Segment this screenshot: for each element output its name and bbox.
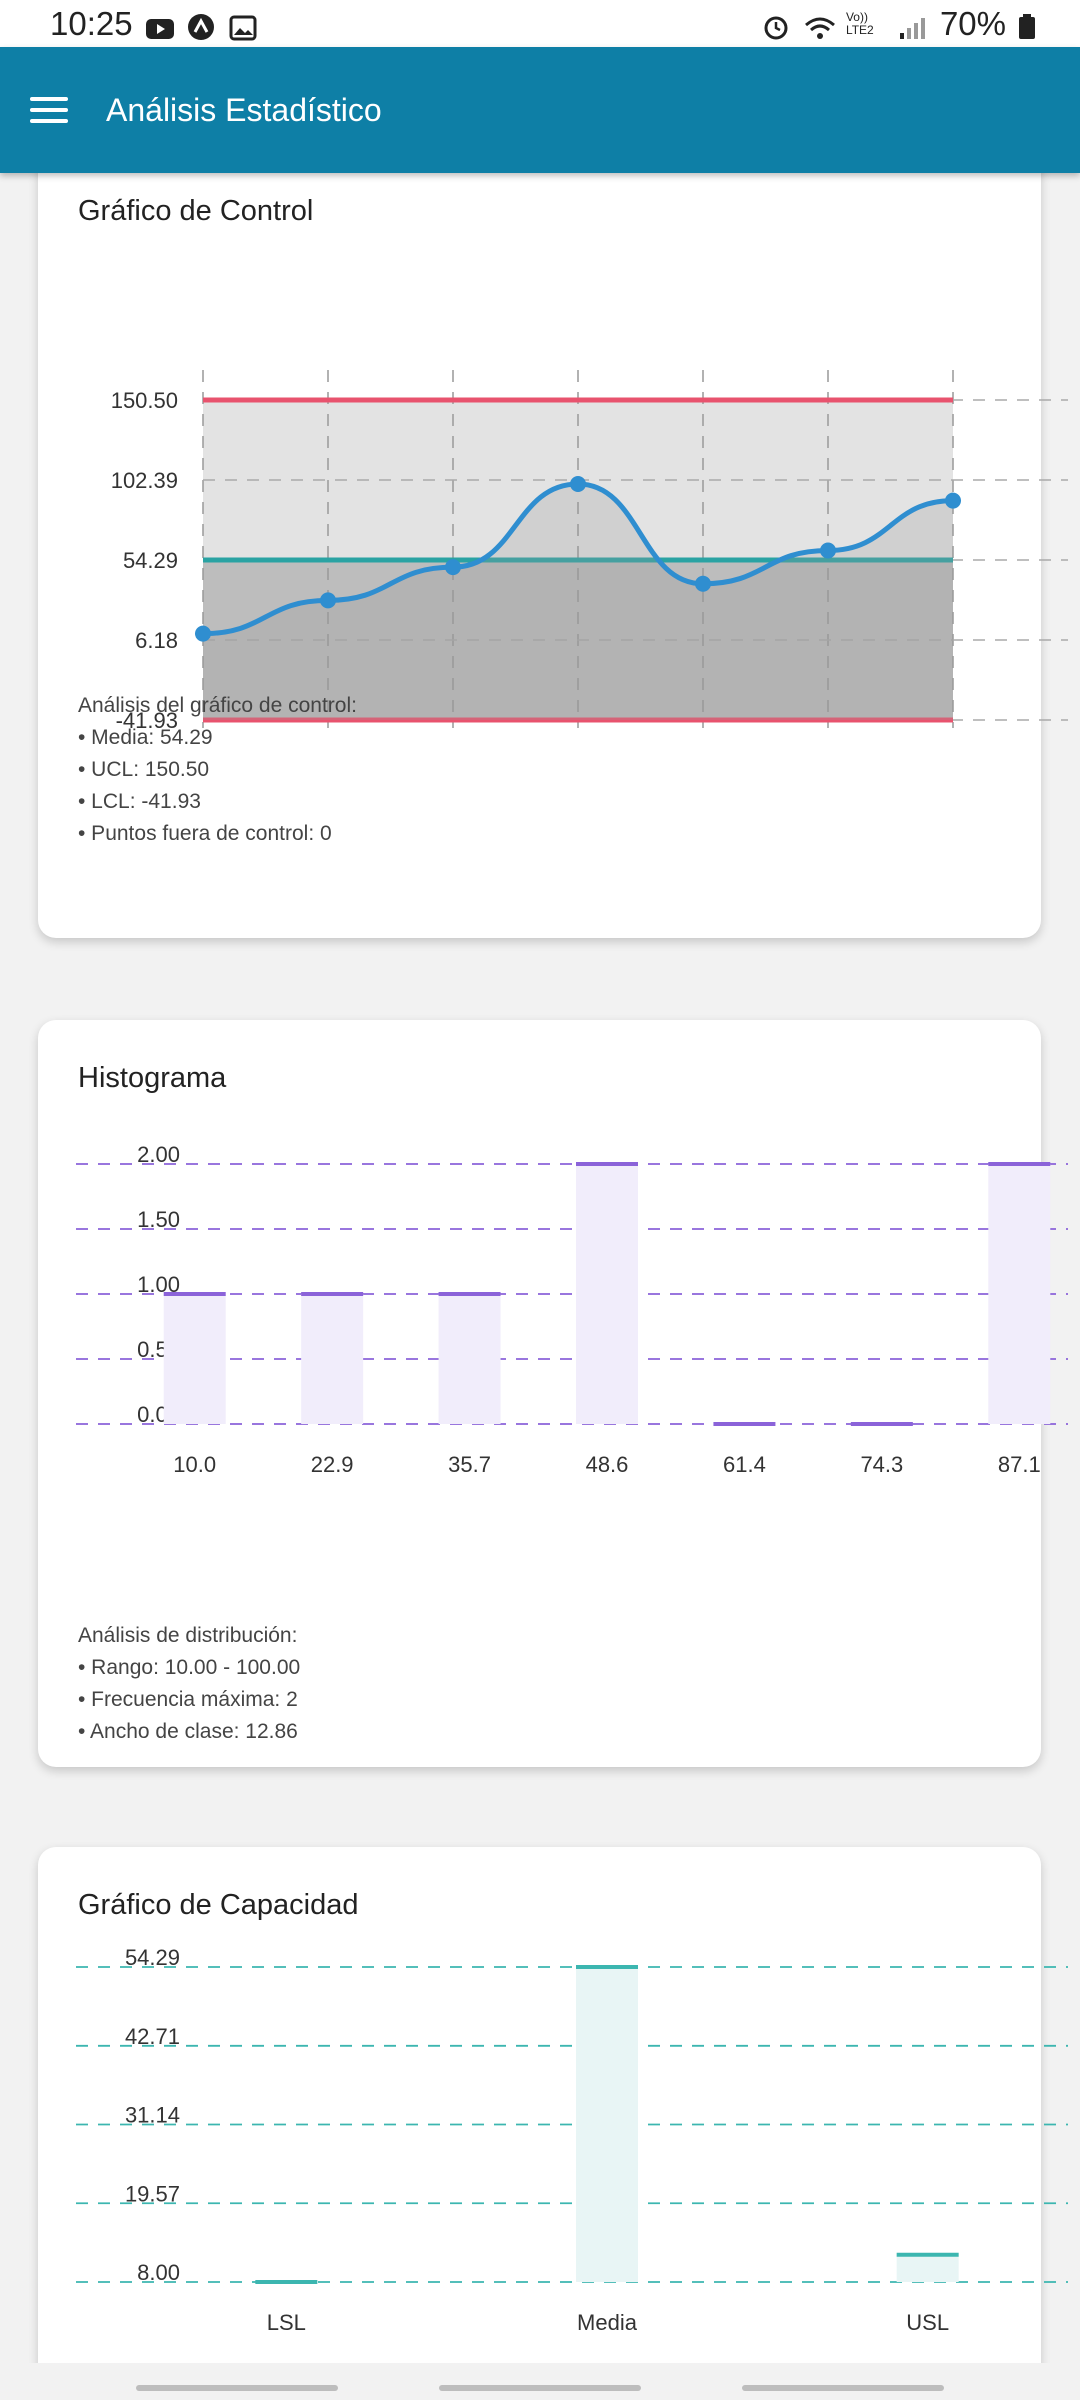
y-tick-label: 54.29 (123, 548, 178, 573)
nav-home-button[interactable] (439, 2385, 641, 2391)
battery-percent: 70% (939, 4, 1006, 42)
control-chart-card: Gráfico de Control 150.50 102.39 54.29 6.18… (38, 173, 1068, 938)
app-title: Análisis Estadístico (106, 91, 382, 128)
analysis-line: • UCL: 150.50 (78, 758, 210, 781)
y-tick-label: 6.18 (135, 628, 178, 653)
data-point (695, 575, 711, 592)
control-analysis: Análisis del gráfico de control: • Media… (78, 690, 357, 850)
status-time: 10:25 (50, 4, 133, 42)
status-bar: 10:25 Vo)) LTE2 70% (0, 0, 1080, 47)
bar (438, 1294, 501, 1424)
control-chart: 150.50102.3954.296.18-41.93 (111, 370, 1068, 733)
nav-bar (0, 2363, 1080, 2400)
x-tick-label: 61.4 (723, 1452, 766, 1477)
network-label: Vo)) LTE2 (845, 9, 874, 37)
app-notification-icon (187, 11, 217, 40)
x-tick-label: USL (906, 2310, 949, 2335)
analysis-line: Análisis de distribución: (78, 1624, 298, 1647)
histogram-card: Histograma 2.00 1.50 1.00 0.50 0.00 10.0 22.9 3… (38, 1020, 1068, 1767)
nav-back-button[interactable] (742, 2385, 944, 2391)
data-point (445, 559, 461, 576)
histogram-chart: 2.001.501.000.500.0010.0 22.9 35.7 48.6 61.4… (76, 1142, 1068, 1477)
data-point (820, 542, 836, 559)
x-tick-label: 48.6 (586, 1452, 629, 1477)
analysis-line: • LCL: -41.93 (78, 790, 201, 813)
analysis-line: • Frecuencia máxima: 2 (78, 1688, 298, 1711)
x-tick-label: Media (577, 2310, 638, 2335)
analysis-line: • Puntos fuera de control: 0 (78, 822, 332, 845)
nav-recents-button[interactable] (136, 2385, 338, 2391)
youtube-icon (145, 11, 175, 39)
y-tick-label: 150.50 (111, 388, 178, 413)
capacity-chart: 54.2942.7131.1419.578.00LSL Media USL (76, 1945, 1068, 2335)
data-point (570, 475, 586, 492)
signal-icon (898, 11, 928, 39)
x-tick-label: 22.9 (311, 1452, 354, 1477)
content-scroll[interactable]: Gráfico de Control 150.50 102.39 54.29 6.18… (0, 173, 1080, 2363)
x-tick-label: 10.0 (173, 1452, 216, 1477)
data-point (195, 625, 211, 642)
distribution-analysis: Análisis de distribución: • Rango: 10.00… (78, 1620, 300, 1748)
image-icon (229, 11, 259, 40)
bar (988, 1164, 1051, 1424)
alarm-icon (762, 11, 792, 39)
analysis-line: Análisis del gráfico de control: (78, 694, 357, 717)
bar (301, 1294, 364, 1424)
x-tick-label: 35.7 (448, 1452, 491, 1477)
app-bar: Análisis Estadístico (0, 47, 1080, 173)
analysis-line: • Rango: 10.00 - 100.00 (78, 1656, 301, 1679)
x-tick-label: 87.1 (998, 1452, 1041, 1477)
bar (576, 1164, 638, 1424)
data-point (945, 492, 961, 509)
bar (576, 1967, 638, 2282)
x-tick-label: LSL (267, 2310, 306, 2335)
y-tick-label: 102.39 (111, 468, 178, 493)
bar (896, 2254, 959, 2282)
battery-icon (1018, 11, 1036, 39)
analysis-line: • Media: 54.29 (78, 726, 213, 749)
capacity-card: Gráfico de Capacidad 54.29 42.71 31.14 19.5… (38, 1847, 1068, 2363)
bar (163, 1294, 226, 1424)
analysis-line: • Ancho de clase: 12.86 (78, 1720, 298, 1743)
menu-icon[interactable] (30, 97, 68, 123)
x-tick-label: 74.3 (860, 1452, 903, 1477)
data-point (320, 592, 336, 609)
wifi-icon (804, 11, 835, 39)
